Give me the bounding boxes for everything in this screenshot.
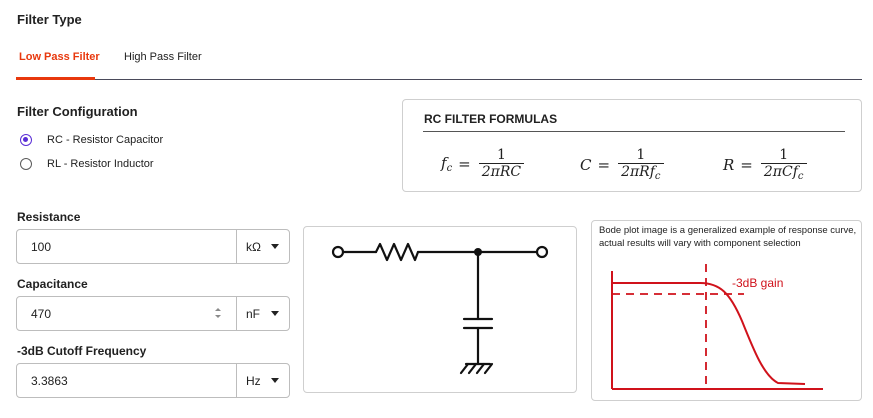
resistance-label: Resistance <box>17 210 81 224</box>
cutoff-frequency-unit-value: Hz <box>246 374 261 388</box>
cutoff-frequency-label: -3dB Cutoff Frequency <box>17 344 147 358</box>
number-stepper-icon[interactable] <box>215 307 221 319</box>
capacitance-unit-value: nF <box>246 307 261 321</box>
input-terminal-icon <box>331 245 345 259</box>
response-curve <box>612 282 806 385</box>
active-tab-indicator <box>16 77 95 80</box>
formula-fc-numerator: 1 <box>496 147 506 163</box>
bode-plot-panel: Bode plot image is a generalized example… <box>591 220 862 401</box>
radio-label-rl: RL - Resistor Inductor <box>47 158 154 170</box>
filter-configuration-heading: Filter Configuration <box>17 104 138 119</box>
radio-option-rc[interactable]: RC - Resistor Capacitor <box>20 131 163 149</box>
chevron-down-icon <box>271 378 279 383</box>
resistance-field[interactable]: 100 kΩ <box>16 229 290 264</box>
capacitance-unit-select[interactable]: nF <box>236 297 290 330</box>
chevron-down-icon <box>271 244 279 249</box>
output-terminal-icon <box>535 245 549 259</box>
cutoff-frequency-field[interactable]: 3.3863 Hz <box>16 363 290 398</box>
capacitance-field[interactable]: 470 nF <box>16 296 290 331</box>
bode-plot-graphic: -3dB gain <box>611 264 823 390</box>
formula-c-denominator: 2πRf <box>621 164 655 180</box>
formula-r-numerator: 1 <box>779 147 789 163</box>
cutoff-frequency-unit-select[interactable]: Hz <box>236 364 290 397</box>
radio-option-rl[interactable]: RL - Resistor Inductor <box>20 155 154 173</box>
formula-cutoff-frequency: fc = 1 2πRC <box>441 147 525 180</box>
formula-c-symbol: C <box>580 155 592 174</box>
circuit-diagram-panel <box>303 226 577 393</box>
resistance-input[interactable]: 100 <box>31 240 51 254</box>
formula-fc-subscript: c <box>446 162 453 174</box>
capacitance-input[interactable]: 470 <box>31 307 51 321</box>
radio-button-rc[interactable] <box>20 134 32 146</box>
tab-high-pass-filter[interactable]: High Pass Filter <box>124 51 202 63</box>
formula-c-numerator: 1 <box>636 147 646 163</box>
junction-node <box>474 248 482 256</box>
formula-c-subscript: c <box>654 171 661 182</box>
chevron-down-icon <box>271 311 279 316</box>
resistance-unit-select[interactable]: kΩ <box>236 230 290 263</box>
filter-type-heading: Filter Type <box>17 12 82 27</box>
resistance-unit-value: kΩ <box>246 240 261 254</box>
radio-button-rl[interactable] <box>20 158 32 170</box>
formula-capacitance: C = 1 2πRfc <box>580 147 664 182</box>
cutoff-frequency-input[interactable]: 3.3863 <box>31 374 68 388</box>
resistor-icon <box>374 242 420 262</box>
rc-circuit-schematic <box>331 242 549 375</box>
formula-fc-denominator: 2πRC <box>478 163 525 180</box>
tab-divider <box>16 79 862 80</box>
formula-r-denominator: 2πCf <box>763 164 798 180</box>
formula-r-symbol: R <box>723 155 735 174</box>
formula-panel: RC FILTER FORMULAS fc = 1 2πRC C = 1 2πR… <box>402 99 862 192</box>
radio-label-rc: RC - Resistor Capacitor <box>47 134 164 146</box>
capacitance-label: Capacitance <box>17 277 88 291</box>
formula-divider <box>423 131 845 132</box>
gain-label: -3dB gain <box>732 276 783 290</box>
formula-panel-title: RC FILTER FORMULAS <box>424 112 558 126</box>
tab-low-pass-filter[interactable]: Low Pass Filter <box>19 51 100 63</box>
formula-resistance: R = 1 2πCfc <box>723 147 807 182</box>
formula-r-subscript: c <box>797 171 804 182</box>
